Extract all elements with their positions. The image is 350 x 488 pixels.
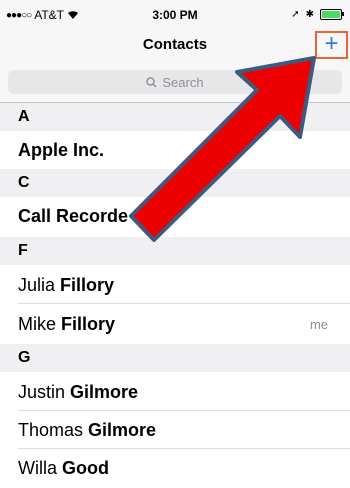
section-header-c: C bbox=[0, 169, 350, 197]
search-icon bbox=[146, 76, 157, 87]
nav-bar: Contacts bbox=[0, 30, 350, 62]
contact-name: Julia Fillory bbox=[18, 275, 115, 295]
search-placeholder: Search bbox=[162, 74, 204, 90]
bluetooth-icon: ✱ bbox=[305, 9, 314, 20]
battery-icon bbox=[320, 9, 344, 20]
contact-name: Justin Gilmore bbox=[18, 382, 139, 402]
me-badge: me bbox=[309, 317, 328, 332]
contact-name: Willa Good bbox=[18, 458, 109, 478]
section-letter: A bbox=[18, 108, 30, 125]
contact-row[interactable]: Justin Gilmore bbox=[0, 373, 350, 411]
location-arrow-icon: ➚ bbox=[291, 9, 300, 20]
contact-name: Mike Fillory bbox=[18, 314, 116, 334]
contact-row[interactable]: Apple Inc. bbox=[0, 131, 350, 169]
section-header-f: F bbox=[0, 237, 350, 265]
search-bar: Search bbox=[0, 62, 350, 103]
section-letter: F bbox=[18, 242, 28, 259]
contact-row[interactable]: Willa Good bbox=[0, 449, 350, 487]
search-input[interactable]: Search bbox=[8, 70, 342, 94]
contact-name: Call Recorde bbox=[18, 206, 129, 226]
section-header-g: G bbox=[0, 344, 350, 372]
contact-row[interactable]: Mike Fillory me bbox=[0, 305, 350, 343]
status-right: ➚ ✱ bbox=[291, 9, 344, 20]
section-letter: G bbox=[18, 349, 31, 366]
contact-name: Apple Inc. bbox=[18, 140, 105, 160]
page-title: Contacts bbox=[142, 36, 208, 53]
contact-name: Thomas Gilmore bbox=[18, 420, 157, 440]
contact-row[interactable]: Call Recorde bbox=[0, 197, 350, 235]
status-bar: ●●●○○ AT&T 3:00 PM ➚ ✱ bbox=[0, 0, 350, 30]
row-divider bbox=[18, 303, 350, 304]
section-header-a: A bbox=[0, 103, 350, 131]
add-contact-button[interactable]: + bbox=[315, 31, 348, 59]
section-letter: C bbox=[18, 174, 30, 191]
contact-row[interactable]: Thomas Gilmore bbox=[0, 411, 350, 449]
contact-row[interactable]: Julia Fillory bbox=[0, 266, 350, 304]
